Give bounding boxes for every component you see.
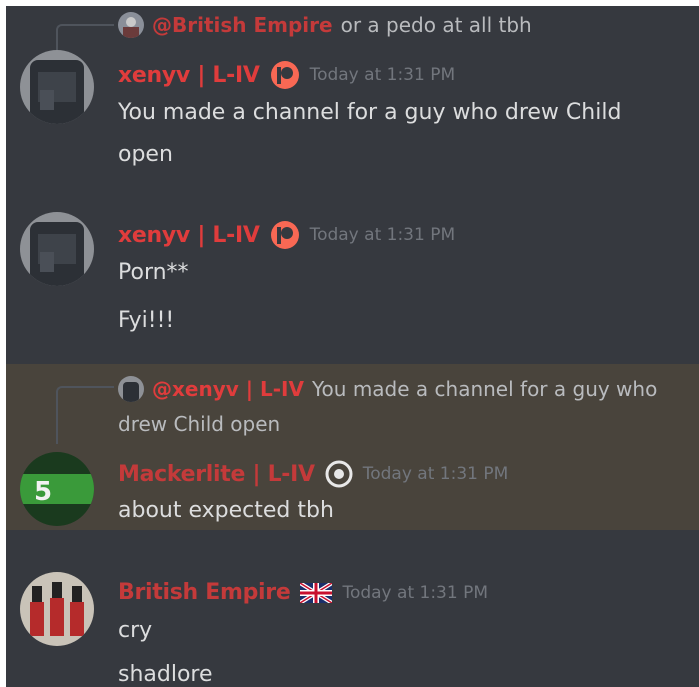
timestamp: Today at 1:31 PM [342, 582, 489, 603]
message-text: Porn** [118, 260, 189, 285]
reply-connector [56, 386, 114, 444]
message-header: British Empire Today at 1:31 PM [118, 580, 488, 605]
timestamp: Today at 1:31 PM [362, 464, 509, 484]
union-jack-flag-icon [300, 582, 333, 603]
timestamp: Today at 1:31 PM [309, 225, 456, 245]
reply-avatar [118, 12, 144, 38]
scp-logo-icon [325, 460, 353, 488]
reply-preview[interactable]: @British Empire or a pedo at all tbh [118, 12, 532, 38]
patreon-icon [270, 220, 300, 250]
message-header: xenyv | L-IV Today at 1:31 PM [118, 60, 455, 90]
author-name[interactable]: xenyv | L-IV [118, 63, 260, 88]
message-text: shadlore [118, 662, 213, 687]
reply-mention[interactable]: @British Empire [152, 13, 333, 37]
author-name[interactable]: xenyv | L-IV [118, 223, 260, 248]
avatar[interactable] [20, 50, 94, 124]
author-name[interactable]: Mackerlite | L-IV [118, 462, 315, 487]
avatar[interactable]: 5 [20, 452, 94, 526]
author-name[interactable]: British Empire [118, 580, 291, 605]
message-header: xenyv | L-IV Today at 1:31 PM [118, 220, 455, 250]
reply-avatar [118, 376, 144, 402]
reply-preview[interactable]: @xenyv | L-IV You made a channel for a g… [118, 376, 657, 402]
message-text: Fyi!!! [118, 308, 175, 333]
message-text: You made a channel for a guy who drew Ch… [118, 100, 622, 125]
message-text: open [118, 142, 173, 167]
reply-mention[interactable]: @xenyv | L-IV [152, 377, 304, 401]
timestamp: Today at 1:31 PM [309, 65, 456, 85]
message-text: about expected tbh [118, 498, 334, 523]
reply-connector [56, 24, 114, 52]
avatar[interactable] [20, 212, 94, 286]
reply-text-continued: drew Child open [118, 412, 281, 436]
reply-text: or a pedo at all tbh [340, 13, 532, 37]
message-header: Mackerlite | L-IV Today at 1:31 PM [118, 460, 508, 488]
patreon-icon [270, 60, 300, 90]
avatar[interactable] [20, 572, 94, 646]
svg-text:5: 5 [34, 477, 52, 507]
message-text: cry [118, 618, 153, 643]
chat-message-list[interactable]: @British Empire or a pedo at all tbh xen… [6, 6, 699, 687]
reply-text: You made a channel for a guy who [311, 377, 658, 401]
